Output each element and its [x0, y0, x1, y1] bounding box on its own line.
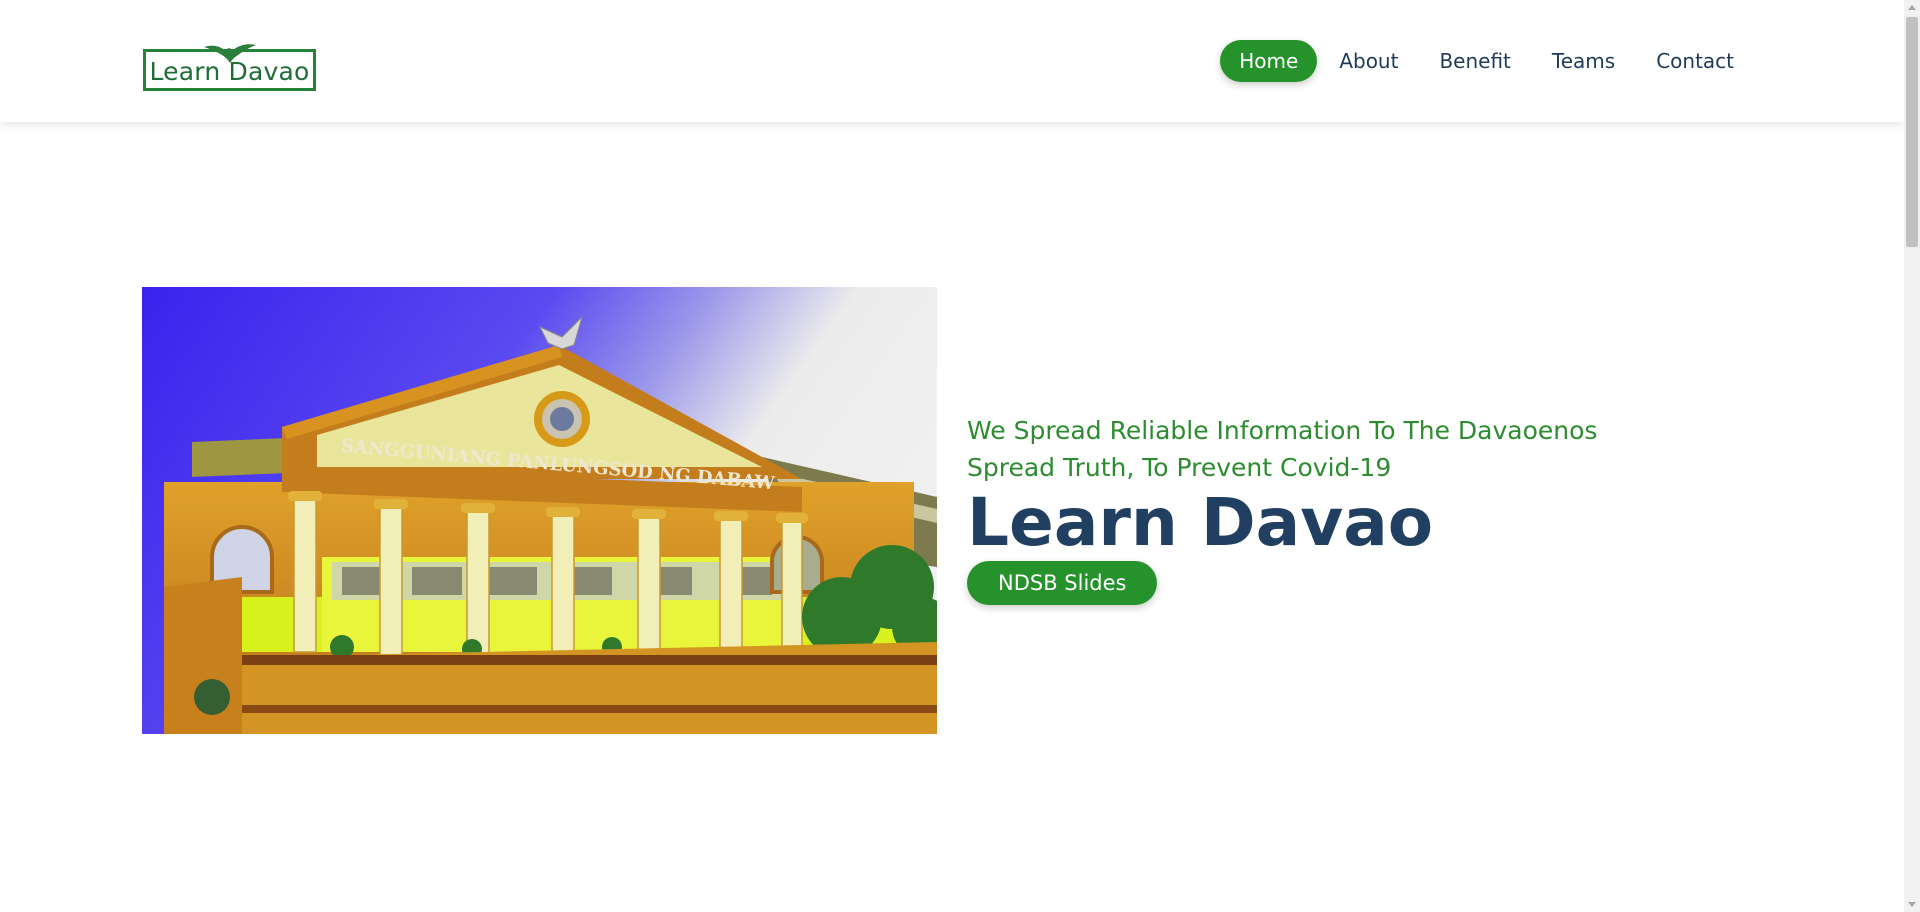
scroll-up-icon[interactable]: [1908, 5, 1916, 10]
tagline-secondary: Spread Truth, To Prevent Covid-19: [967, 453, 1392, 482]
main-nav: Home About Benefit Teams Contact: [1217, 40, 1753, 82]
scroll-down-icon[interactable]: [1908, 902, 1916, 907]
nav-teams[interactable]: Teams: [1533, 40, 1634, 82]
site-header: Learn Davao Home About Benefit Teams Con…: [0, 0, 1904, 122]
nav-contact[interactable]: Contact: [1637, 40, 1753, 82]
eagle-icon: [204, 44, 256, 63]
nav-benefit[interactable]: Benefit: [1420, 40, 1529, 82]
nav-about[interactable]: About: [1320, 40, 1417, 82]
scroll-thumb[interactable]: [1906, 17, 1918, 247]
logo[interactable]: Learn Davao: [143, 44, 316, 91]
hero-title: Learn Davao: [967, 484, 1434, 561]
vertical-scrollbar[interactable]: [1904, 0, 1920, 912]
hero-image-city-hall: SANGGUNIANG PANLUNGSOD NG DABAW: [142, 287, 937, 734]
hero-text: We Spread Reliable Information To The Da…: [967, 412, 1597, 605]
tagline-primary: We Spread Reliable Information To The Da…: [967, 416, 1598, 445]
ndsb-slides-button[interactable]: NDSB Slides: [967, 561, 1158, 605]
nav-home[interactable]: Home: [1220, 40, 1318, 82]
